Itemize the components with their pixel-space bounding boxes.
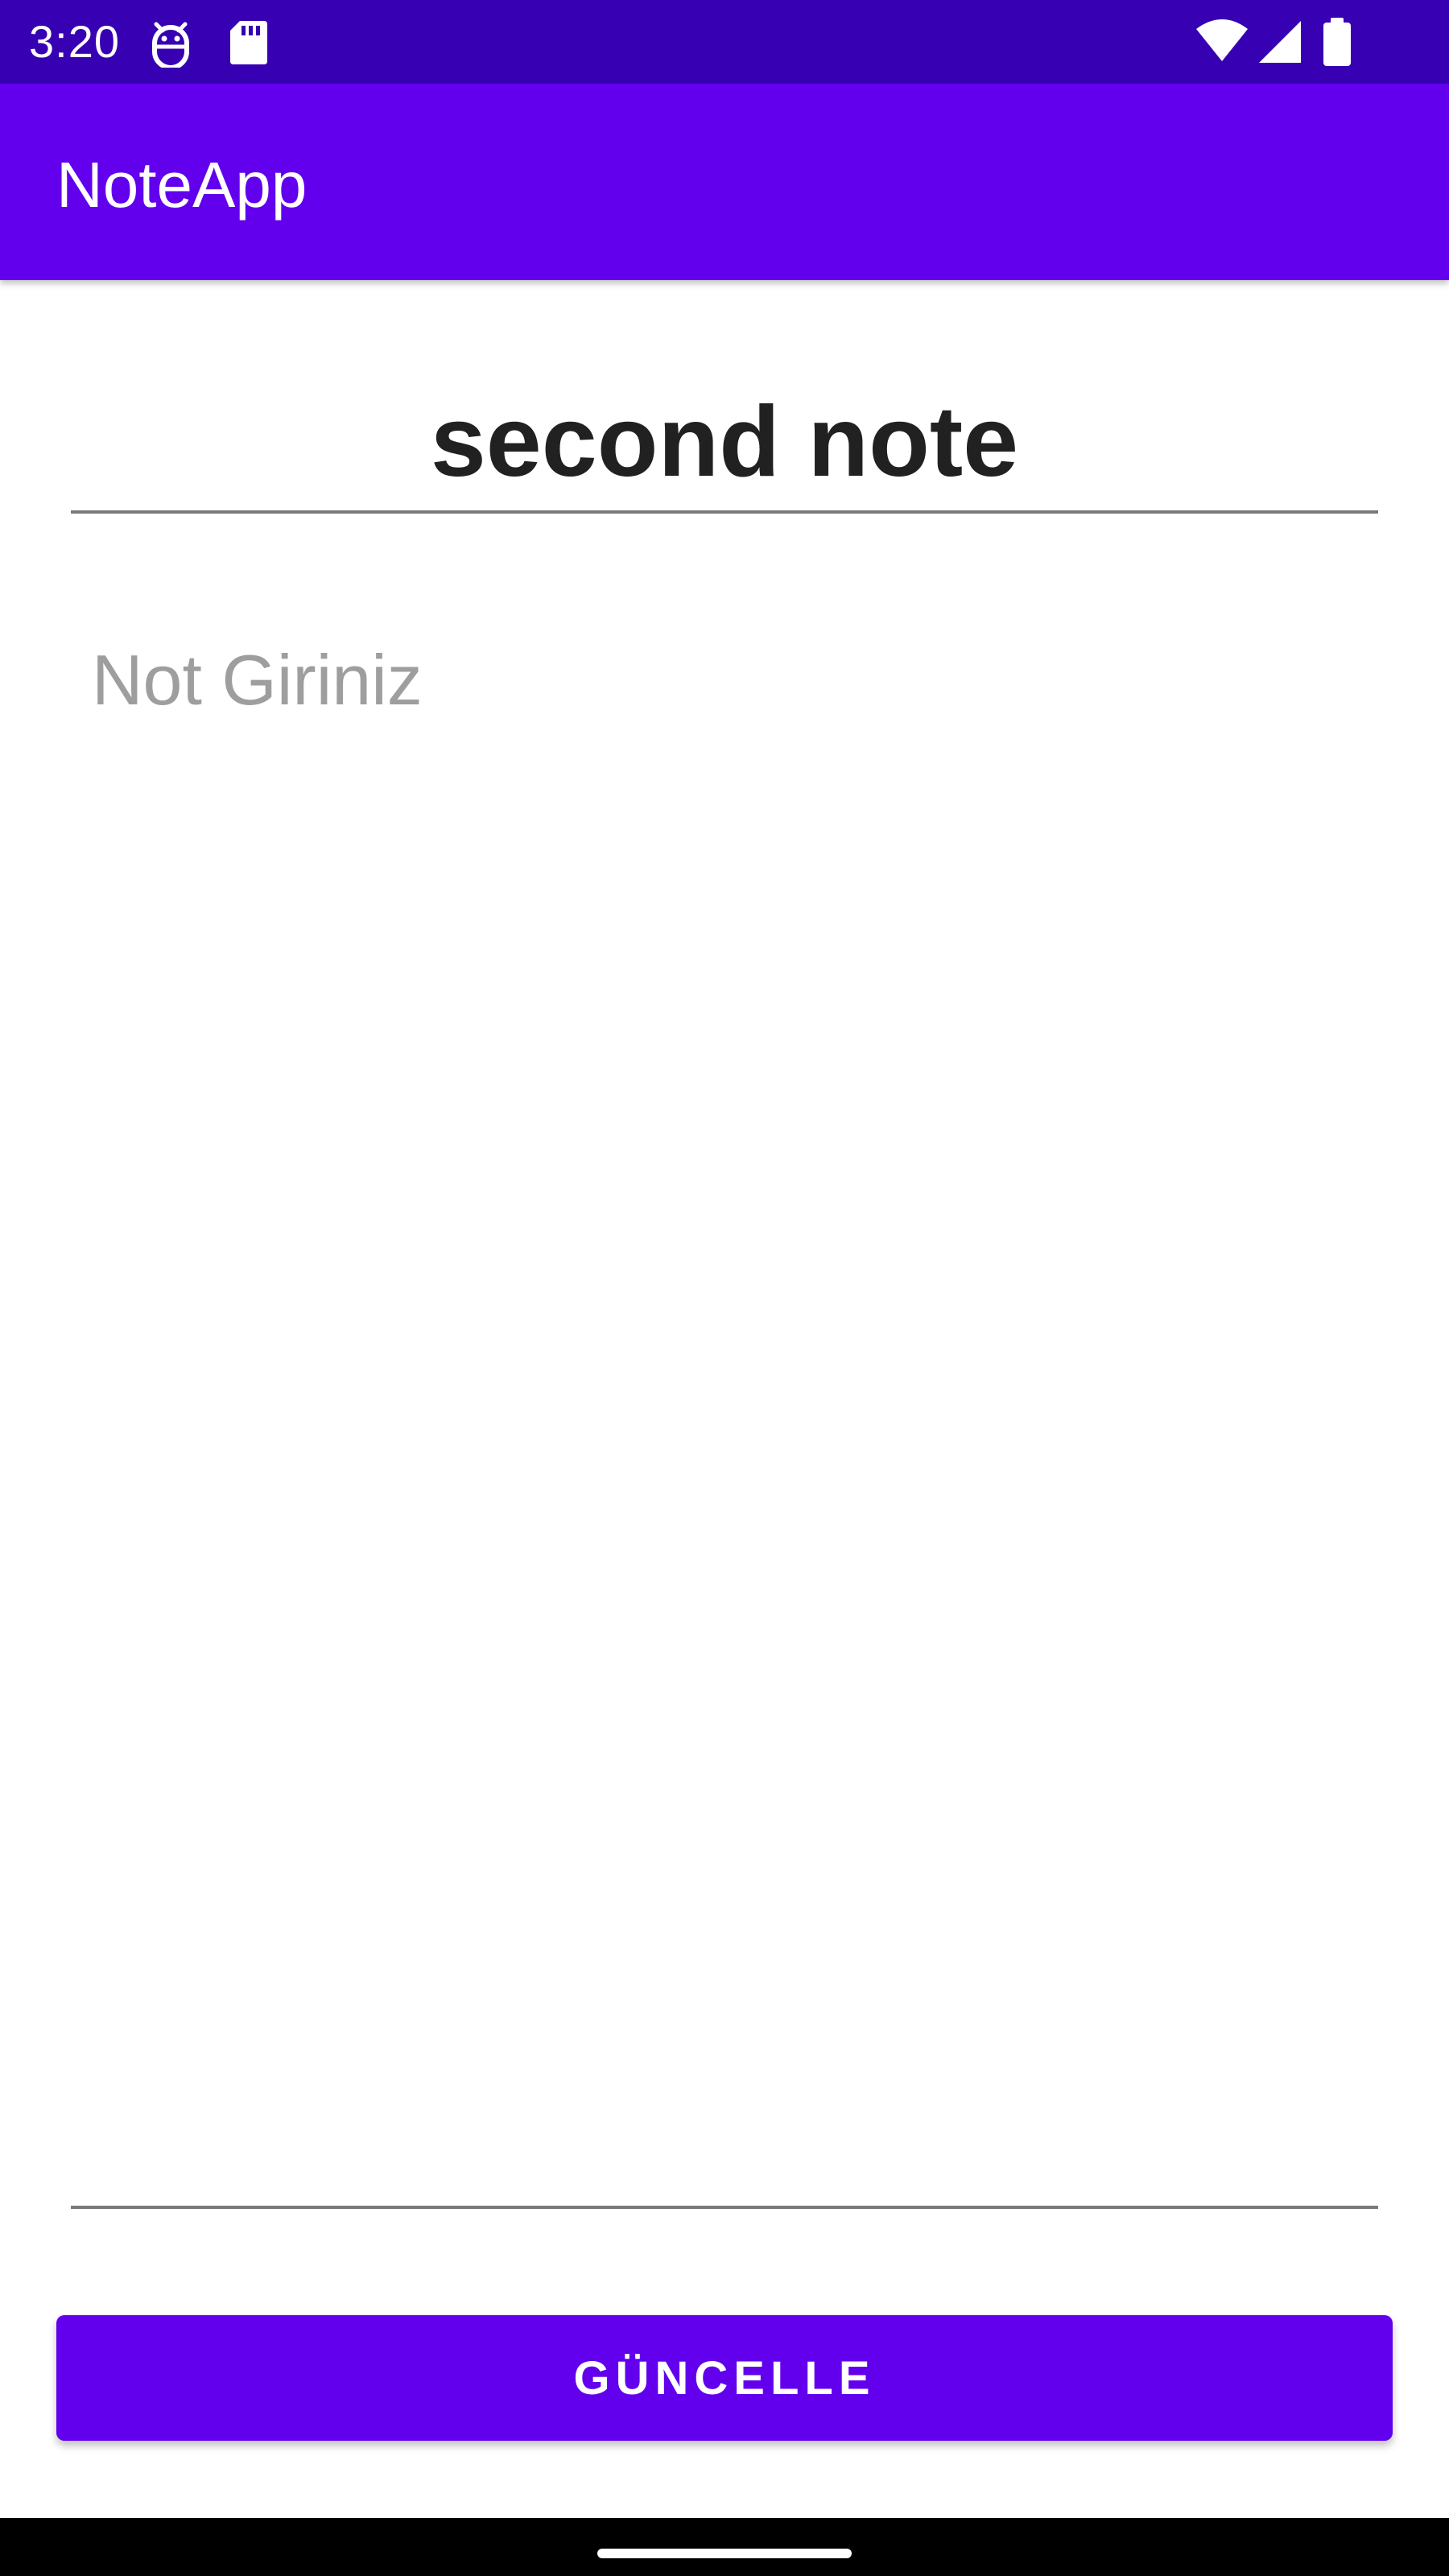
app-title: NoteApp [56, 149, 308, 221]
note-title-text: second note [430, 386, 1019, 497]
update-button-label: GÜNCELLE [573, 2351, 876, 2405]
navigation-bar [0, 2518, 1449, 2576]
note-body-placeholder: Not Giriniz [92, 640, 423, 720]
android-debug-icon [150, 16, 192, 68]
wifi-icon [1195, 16, 1249, 68]
battery-icon [1320, 16, 1354, 68]
status-time: 3:20 [29, 16, 120, 67]
update-button[interactable]: GÜNCELLE [56, 2315, 1393, 2441]
note-edit-screen: 3:20 NoteApp second note Not Giriniz GÜN… [0, 0, 1449, 2576]
note-title-input[interactable]: second note [71, 370, 1378, 514]
note-body-input[interactable]: Not Giriniz [71, 612, 1378, 2209]
cellular-signal-icon [1256, 16, 1302, 68]
home-gesture-handle[interactable] [597, 2549, 852, 2558]
status-bar: 3:20 [0, 0, 1449, 84]
sd-card-icon [229, 16, 269, 68]
app-toolbar: NoteApp [0, 84, 1449, 280]
